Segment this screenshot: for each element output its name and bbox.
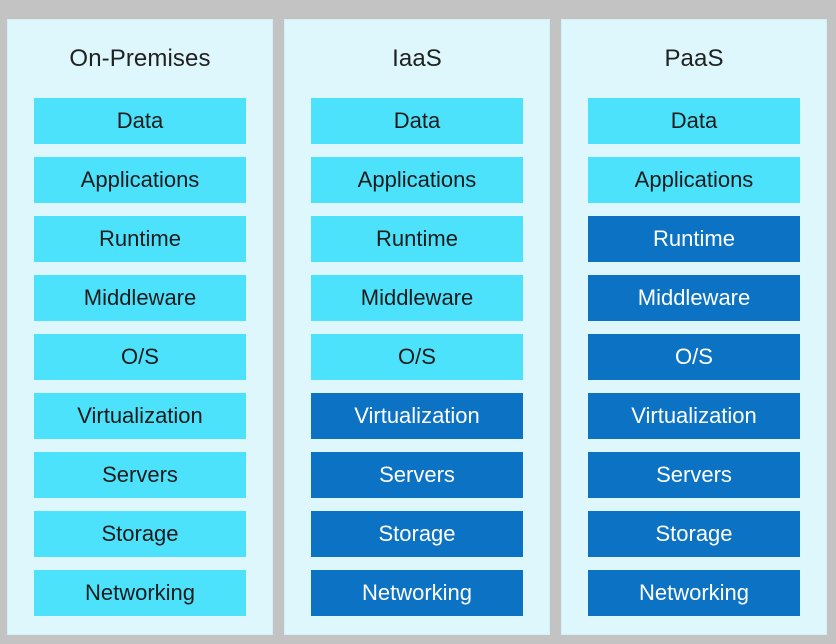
column-title-on-premises: On-Premises (69, 45, 211, 72)
layer-middleware: Middleware (311, 275, 523, 321)
layer-middleware: Middleware (588, 275, 800, 321)
layer-networking: Networking (34, 570, 246, 616)
layer-servers: Servers (34, 452, 246, 498)
layer-os: O/S (34, 334, 246, 380)
layer-storage: Storage (311, 511, 523, 557)
layer-runtime: Runtime (588, 216, 800, 262)
layer-runtime: Runtime (34, 216, 246, 262)
service-model-column-iaas: IaaS Data Applications Runtime Middlewar… (285, 20, 549, 634)
layer-data: Data (311, 98, 523, 144)
service-model-column-on-premises: On-Premises Data Applications Runtime Mi… (8, 20, 272, 634)
layer-applications: Applications (588, 157, 800, 203)
layer-storage: Storage (34, 511, 246, 557)
layer-runtime: Runtime (311, 216, 523, 262)
layer-servers: Servers (311, 452, 523, 498)
layer-data: Data (588, 98, 800, 144)
layer-virtualization: Virtualization (311, 393, 523, 439)
column-title-iaas: IaaS (392, 45, 442, 72)
layer-middleware: Middleware (34, 275, 246, 321)
layer-stack-iaas: Data Applications Runtime Middleware O/S… (311, 98, 523, 616)
layer-servers: Servers (588, 452, 800, 498)
layer-os: O/S (311, 334, 523, 380)
service-model-comparison-diagram: On-Premises Data Applications Runtime Mi… (0, 0, 836, 644)
layer-applications: Applications (311, 157, 523, 203)
layer-networking: Networking (588, 570, 800, 616)
layer-applications: Applications (34, 157, 246, 203)
column-title-paas: PaaS (664, 45, 724, 72)
layer-storage: Storage (588, 511, 800, 557)
layer-networking: Networking (311, 570, 523, 616)
layer-stack-paas: Data Applications Runtime Middleware O/S… (588, 98, 800, 616)
service-model-column-paas: PaaS Data Applications Runtime Middlewar… (562, 20, 826, 634)
layer-os: O/S (588, 334, 800, 380)
layer-virtualization: Virtualization (34, 393, 246, 439)
layer-stack-on-premises: Data Applications Runtime Middleware O/S… (34, 98, 246, 616)
layer-data: Data (34, 98, 246, 144)
layer-virtualization: Virtualization (588, 393, 800, 439)
